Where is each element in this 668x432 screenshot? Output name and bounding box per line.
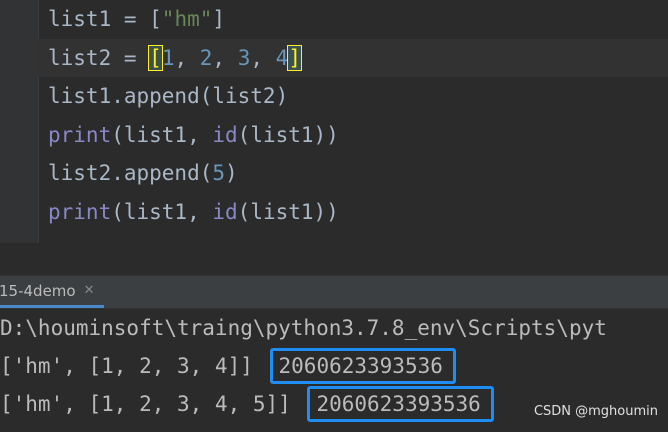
panel-separator <box>0 243 668 276</box>
output-list-text: ['hm', [1, 2, 3, 4]] <box>0 354 266 378</box>
code-line[interactable]: list1 = ["hm"] <box>48 0 668 39</box>
code-token: 5 <box>212 161 226 186</box>
watermark: CSDN @mghoumin <box>533 404 658 419</box>
code-token: list1.append(list2) <box>48 84 289 109</box>
console-output-line: ['hm', [1, 2, 3, 4]] 2060623393536 <box>0 347 668 385</box>
code-line[interactable]: list2 = [1, 2, 3, 4] <box>38 38 668 78</box>
code-area[interactable]: list1 = ["hm"] list2 = [1, 2, 3, 4] list1.… <box>38 0 668 232</box>
code-token: 1 <box>161 45 175 70</box>
code-token: ) <box>225 161 238 186</box>
code-line[interactable]: list1.append(list2) <box>48 77 668 116</box>
code-line[interactable]: list2.append(5) <box>48 154 668 193</box>
editor-gutter <box>0 0 39 243</box>
code-token: list2.append( <box>48 161 213 186</box>
code-token: (list1, <box>111 199 213 224</box>
code-token: list2 = <box>48 45 150 70</box>
code-token: (list1)) <box>237 199 339 224</box>
console-command-line: D:\houminsoft\traing\python3.7.8_env\Scr… <box>0 316 607 340</box>
code-token: (list1, <box>111 122 213 147</box>
code-token: ] <box>212 7 226 31</box>
code-token: , <box>174 45 200 70</box>
output-list-text: ['hm', [1, 2, 3, 4, 5]] <box>0 392 304 416</box>
code-token: id <box>212 122 238 147</box>
code-line[interactable]: print(list1, id(list1)) <box>48 116 668 155</box>
code-token: 3 <box>237 45 251 70</box>
close-icon[interactable]: ✕ <box>84 283 95 298</box>
code-token: , <box>250 45 276 70</box>
code-editor[interactable]: list1 = ["hm"] list2 = [1, 2, 3, 4] list1.… <box>0 0 668 243</box>
run-tab[interactable]: 15-4demo ✕ <box>0 276 104 308</box>
code-token: [ <box>148 44 163 71</box>
code-token: print <box>48 122 112 147</box>
code-token: ] <box>287 44 302 71</box>
code-token: "hm" <box>161 7 213 31</box>
code-token: 2 <box>199 45 213 70</box>
highlighted-id-value: 2060623393536 <box>269 348 456 384</box>
code-token: print <box>48 199 112 224</box>
highlighted-id-value: 2060623393536 <box>307 386 494 422</box>
code-line[interactable]: print(list1, id(list1)) <box>48 193 668 232</box>
run-tab-bar: 15-4demo ✕ <box>0 276 668 309</box>
code-token: id <box>212 199 238 224</box>
code-token: list1 = [ <box>48 7 162 31</box>
code-token: , <box>212 45 238 70</box>
code-token: (list1)) <box>237 122 339 147</box>
code-token: 4 <box>275 45 289 70</box>
run-tab-label: 15-4demo <box>0 281 76 300</box>
